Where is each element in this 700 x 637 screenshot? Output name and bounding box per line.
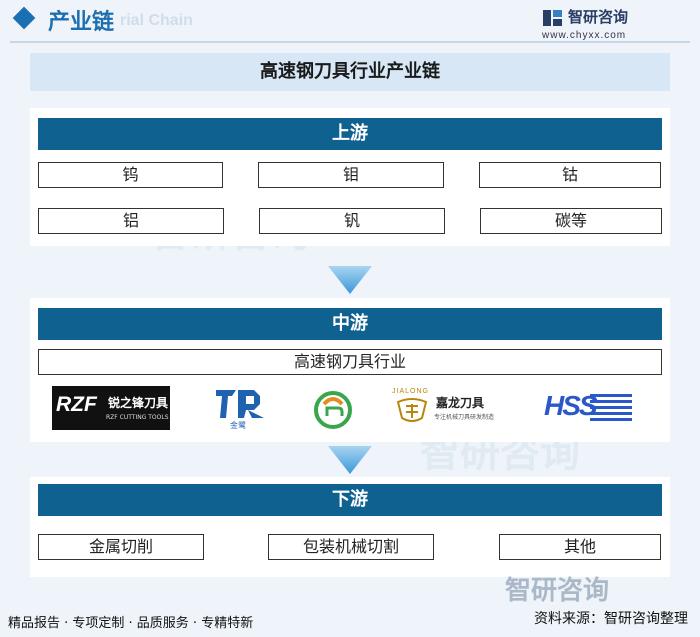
rzf-logo-cn: 锐之锋刀具 (108, 396, 169, 410)
logo-name: 智研咨询 (568, 8, 629, 26)
jinlu-logo: 金鹭 (210, 384, 270, 432)
header: 产业链 rial Chain 智研咨询 www.chyxx.com (0, 0, 700, 46)
downstream-panel: 下游 金属切削 包装机械切割 其他 (30, 477, 670, 577)
midstream-industry-box: 高速钢刀具行业 (38, 349, 662, 375)
footer-slogan: 精品报告 · 专项定制 · 品质服务 · 专精特新 (8, 616, 254, 631)
jinlu-logo-text: 金鹭 (230, 421, 246, 430)
upstream-item: 碳等 (480, 208, 662, 234)
jialong-logo-en: JIALONG (392, 388, 429, 395)
jinlu-logo-icon (216, 390, 264, 418)
brand-logo: 智研咨询 www.chyxx.com (542, 6, 682, 42)
downstream-item: 其他 (499, 534, 661, 560)
downstream-header: 下游 (38, 484, 662, 516)
circle-brand-logo-icon (314, 391, 352, 429)
arrow-down-icon (328, 266, 372, 294)
footer: 精品报告 · 专项定制 · 品质服务 · 专精特新 资料来源：智研咨询整理 (0, 600, 700, 637)
jialong-logo-cn: 嘉龙刀具 (436, 396, 485, 410)
logo-url: www.chyxx.com (542, 30, 627, 41)
arrow-down-icon (328, 446, 372, 474)
header-ghost-text: rial Chain (120, 12, 193, 29)
diamond-icon (12, 6, 36, 30)
upstream-header: 上游 (38, 118, 662, 150)
logo-icon (543, 10, 562, 26)
downstream-item: 金属切削 (38, 534, 204, 560)
upstream-panel: 上游 钨 钼 钴 铝 钒 碳等 (30, 108, 670, 246)
jialong-logo: JIALONG 嘉龙刀具 专注机械刀具研发制造 (392, 386, 522, 430)
upstream-item: 钨 (38, 162, 223, 188)
rzf-logo-en: RZF CUTTING TOOLS (106, 414, 169, 421)
page-title: 产业链 (48, 10, 115, 35)
upstream-item: 铝 (38, 208, 224, 234)
upstream-item: 钴 (479, 162, 661, 188)
upstream-item: 钼 (258, 162, 444, 188)
jialong-logo-sub: 专注机械刀具研发制造 (434, 414, 495, 421)
hss-logo: HSS (544, 388, 634, 428)
midstream-header: 中游 (38, 308, 662, 340)
midstream-panel: 中游 高速钢刀具行业 RZF 锐之锋刀具 RZF CUTTING TOOLS 金… (30, 298, 670, 442)
rzf-logo: RZF 锐之锋刀具 RZF CUTTING TOOLS (52, 386, 170, 430)
hss-logo-text: HSS (544, 390, 598, 421)
upstream-item: 钒 (259, 208, 445, 234)
jialong-logo-icon (396, 398, 428, 422)
diagram-title: 高速钢刀具行业产业链 (30, 53, 670, 91)
downstream-item: 包装机械切割 (268, 534, 434, 560)
footer-source: 资料来源：智研咨询整理 (534, 611, 688, 627)
rzf-logo-mark: RZF (56, 393, 97, 416)
